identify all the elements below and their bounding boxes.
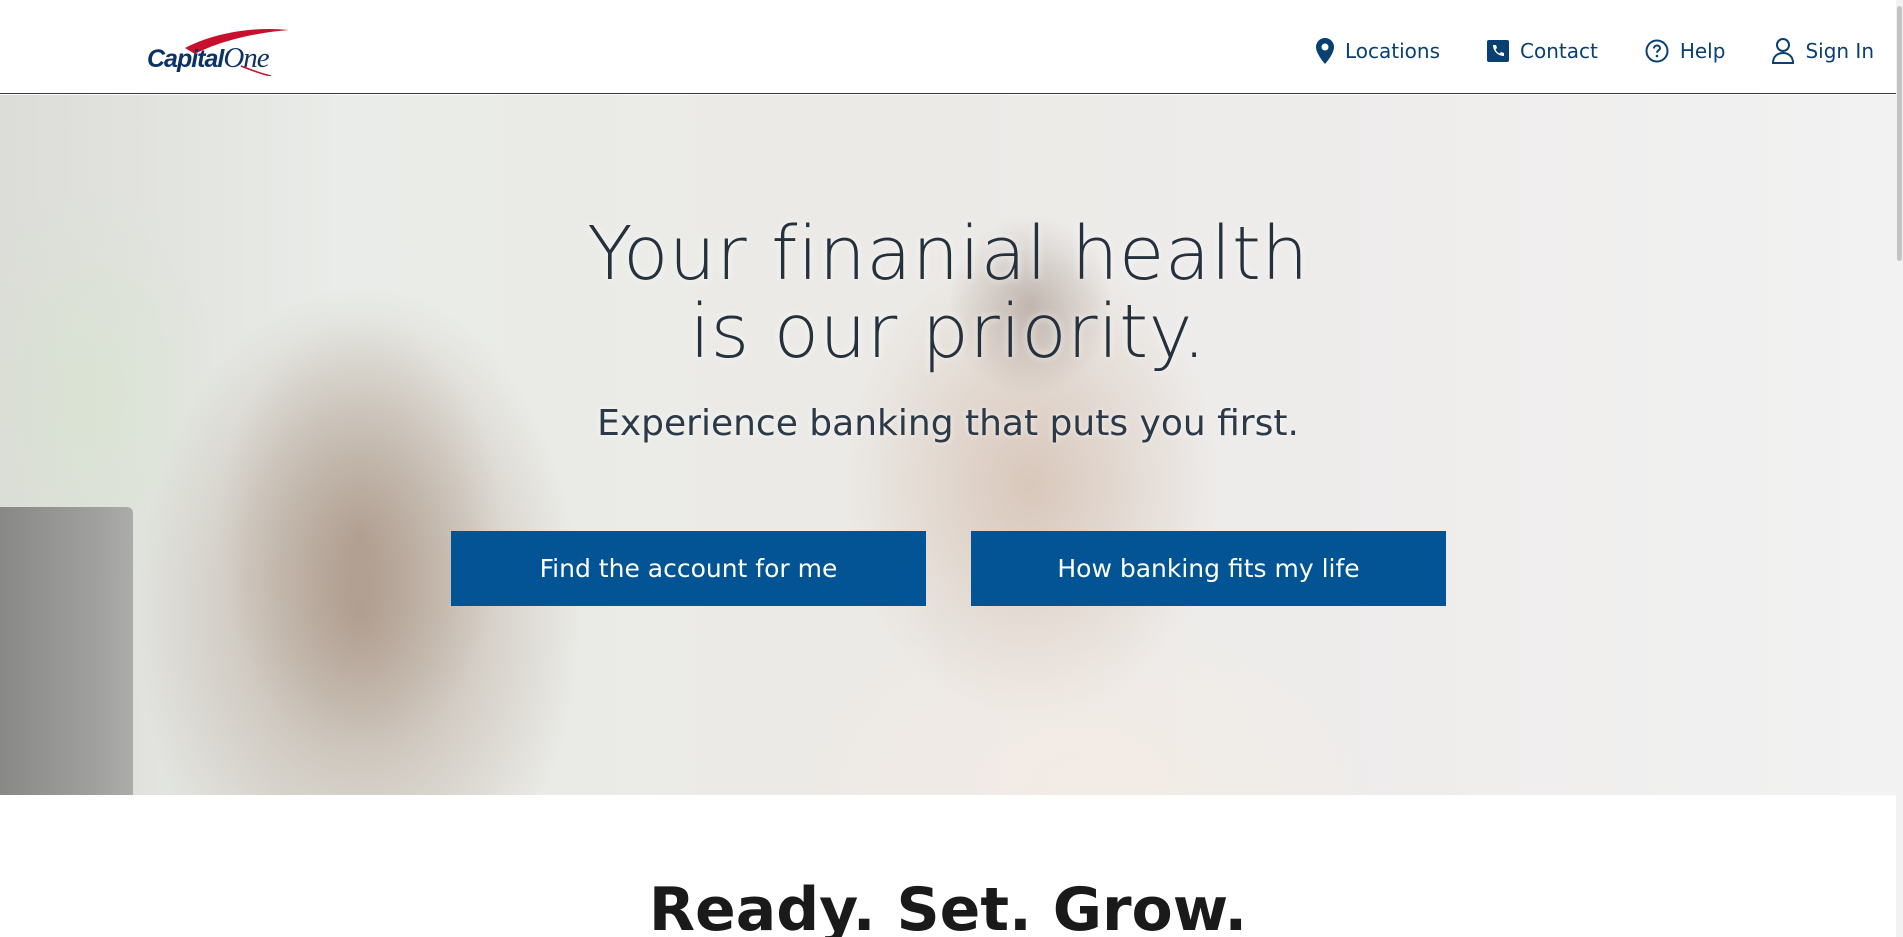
nav-contact-label: Contact bbox=[1520, 39, 1598, 63]
hero-photo-monitor bbox=[0, 507, 133, 795]
hero-title-line1: Your finanial health bbox=[587, 211, 1309, 297]
help-circle-icon bbox=[1645, 39, 1669, 63]
nav-contact[interactable]: Contact bbox=[1487, 36, 1598, 66]
hero-title: Your finanial health is our priority. bbox=[0, 215, 1896, 371]
nav-locations-label: Locations bbox=[1345, 39, 1441, 63]
top-nav: Locations Contact Help Sign In bbox=[1269, 36, 1874, 66]
banking-fits-life-button[interactable]: How banking fits my life bbox=[971, 531, 1446, 606]
capital-one-logo[interactable]: CapitalOne bbox=[147, 28, 302, 84]
hero-subtitle: Experience banking that puts you first. bbox=[597, 403, 1299, 444]
section-title: Ready. Set. Grow. bbox=[648, 875, 1248, 937]
nav-help[interactable]: Help bbox=[1645, 36, 1726, 66]
nav-help-label: Help bbox=[1679, 39, 1726, 63]
site-header: CapitalOne Locations Contact Help Sign I… bbox=[0, 0, 1903, 94]
user-icon bbox=[1772, 38, 1795, 64]
location-pin-icon bbox=[1316, 38, 1334, 64]
logo-wordmark: CapitalOne bbox=[147, 42, 270, 74]
nav-locations[interactable]: Locations bbox=[1316, 36, 1440, 66]
hero-title-line2: is our priority. bbox=[689, 289, 1207, 375]
page-scrollbar[interactable] bbox=[1896, 0, 1903, 937]
phone-icon bbox=[1487, 40, 1510, 62]
hero-banner: Your finanial health is our priority. Ex… bbox=[0, 95, 1896, 795]
nav-sign-in-label: Sign In bbox=[1805, 39, 1874, 63]
nav-sign-in[interactable]: Sign In bbox=[1772, 36, 1874, 66]
find-account-button[interactable]: Find the account for me bbox=[451, 531, 926, 606]
scrollbar-thumb[interactable] bbox=[1897, 6, 1902, 261]
